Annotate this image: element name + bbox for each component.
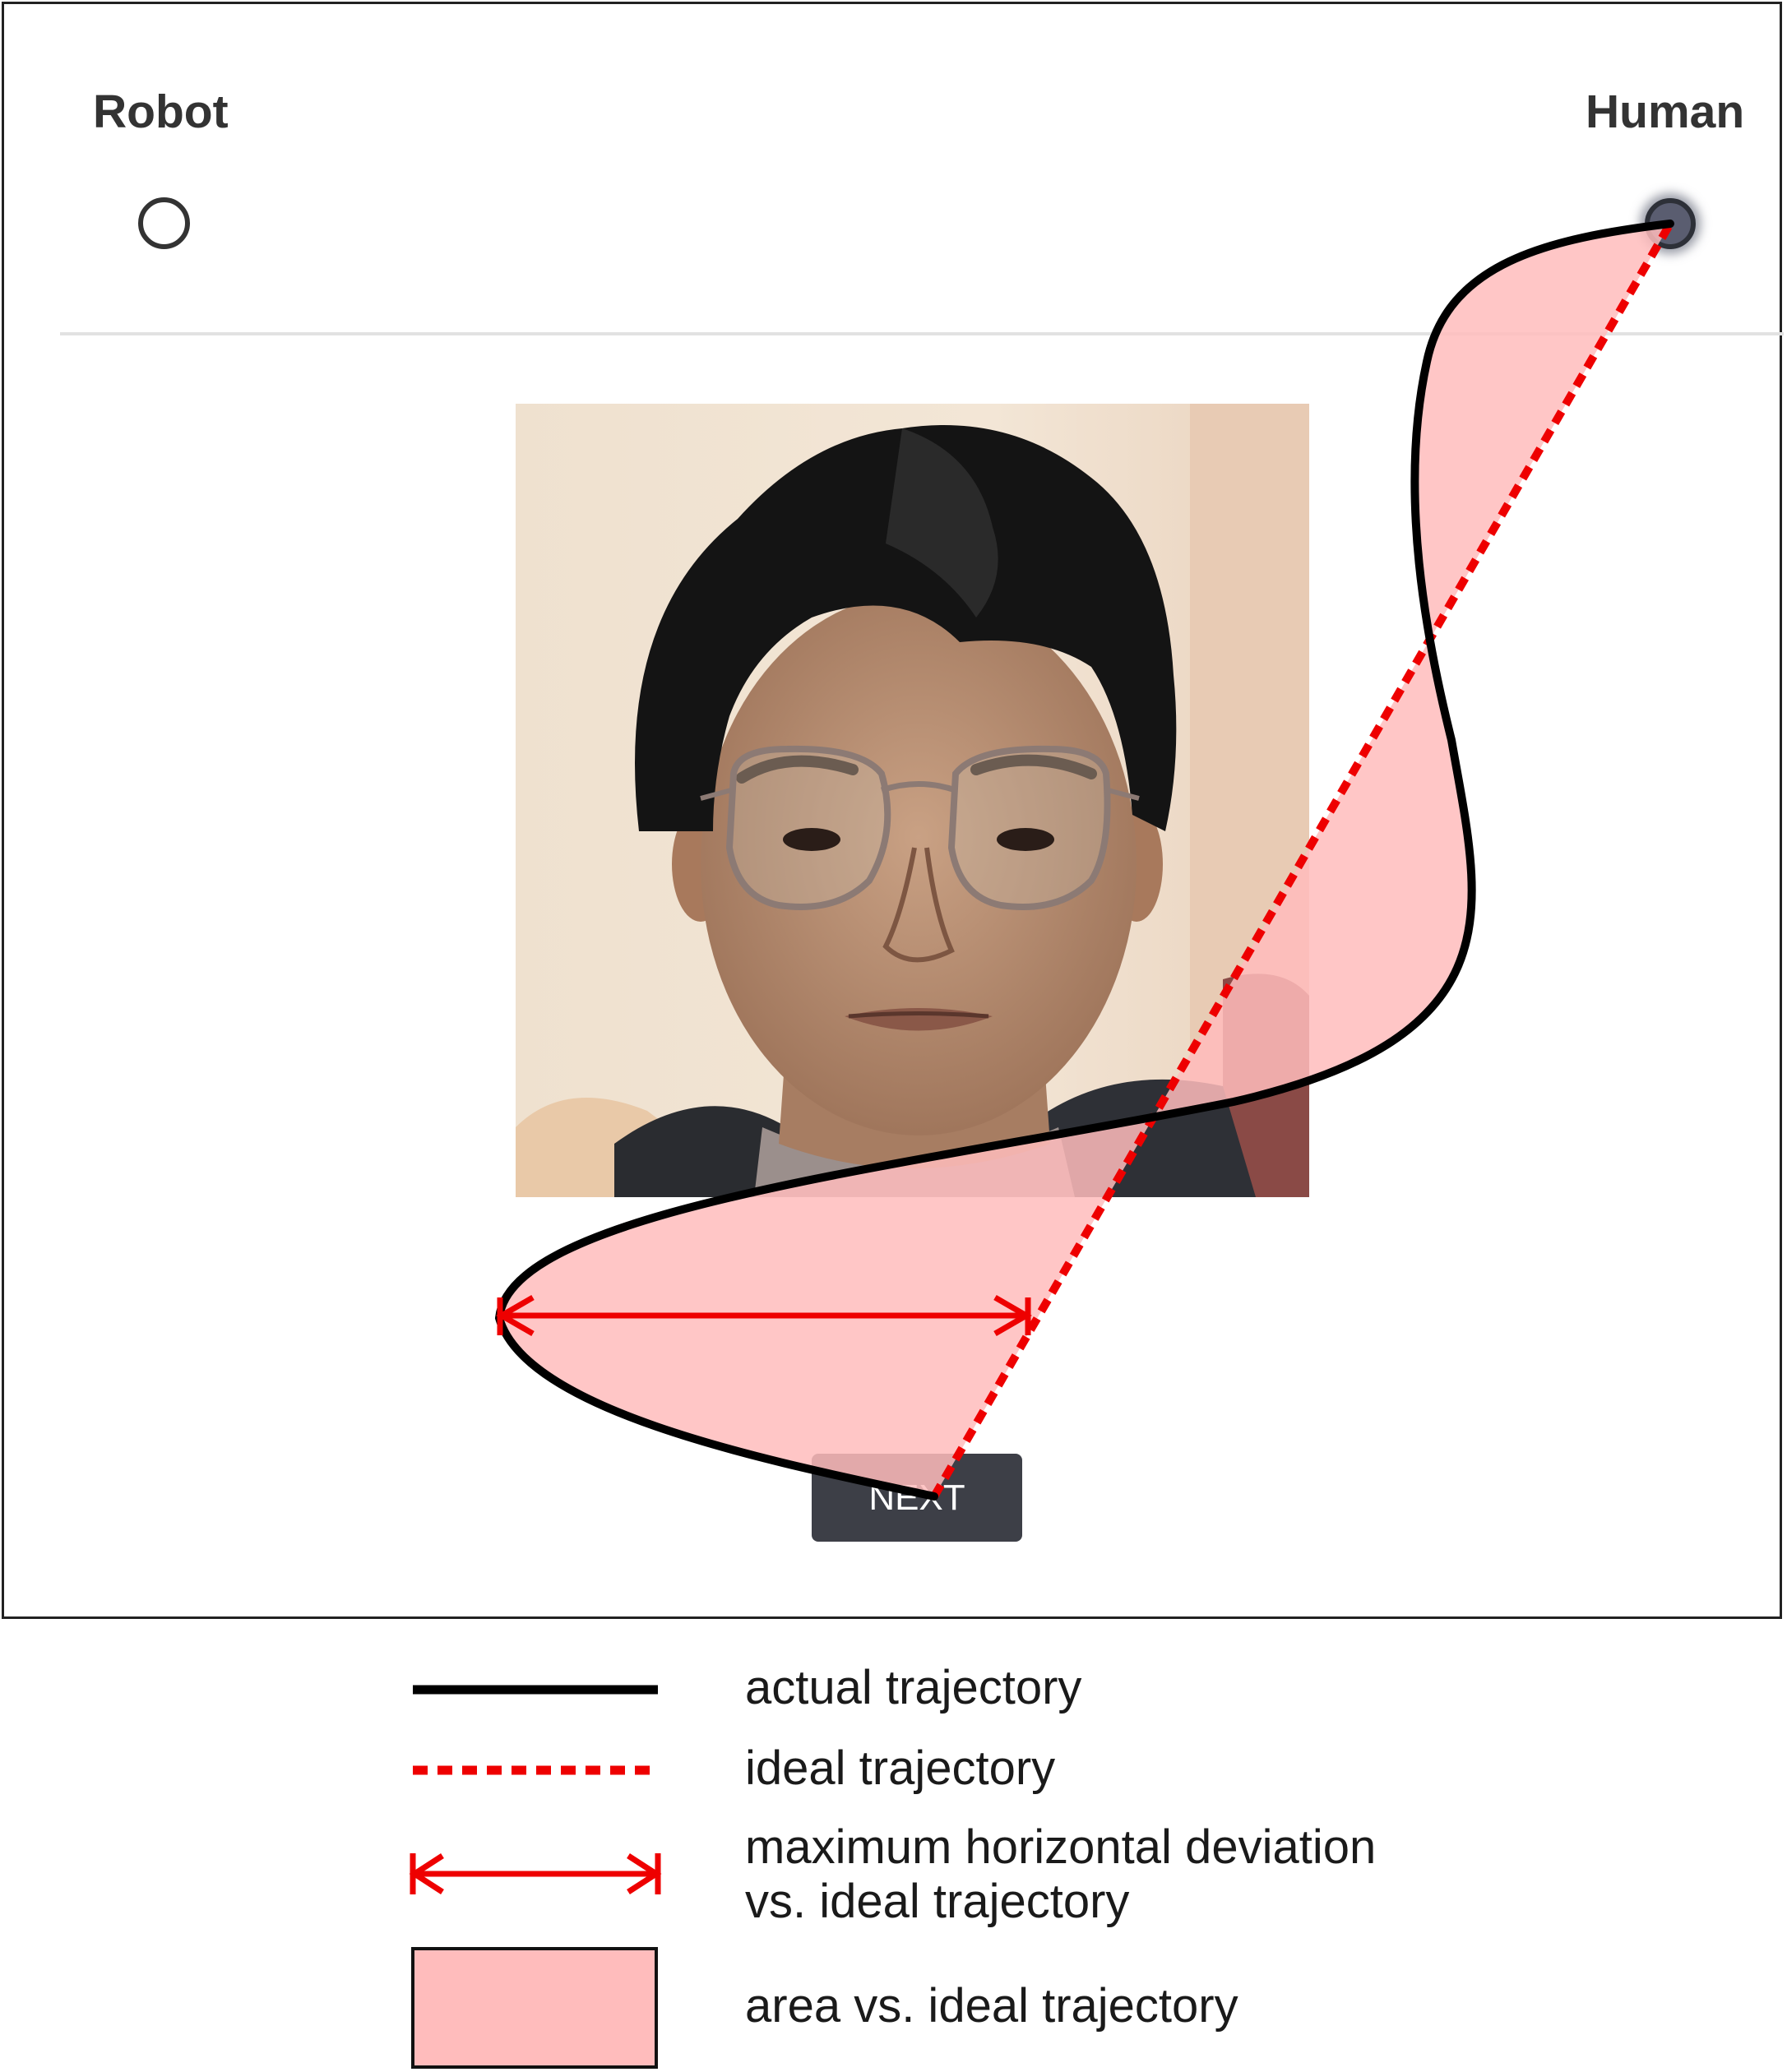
- human-option-label: Human: [1586, 86, 1745, 138]
- legend-area-label: area vs. ideal trajectory: [745, 1979, 1238, 2033]
- legend-deviation-label-line1: maximum horizontal deviation: [745, 1820, 1377, 1874]
- face-illustration: [516, 404, 1309, 1197]
- legend-deviation-label-line2: vs. ideal trajectory: [745, 1875, 1130, 1928]
- legend-actual-swatch: [413, 1685, 658, 1695]
- robot-radio-button[interactable]: [138, 197, 190, 249]
- next-button[interactable]: NEXT: [812, 1454, 1022, 1542]
- robot-option-label: Robot: [93, 86, 229, 138]
- divider: [60, 332, 1784, 335]
- legend-actual-label: actual trajectory: [745, 1661, 1082, 1714]
- android-face-photo: [516, 404, 1309, 1197]
- legend-ideal-label: ideal trajectory: [745, 1741, 1056, 1795]
- legend-ideal-swatch: [413, 1765, 658, 1775]
- legend-deviation-swatch: [409, 1853, 662, 1894]
- human-radio-button[interactable]: [1645, 198, 1696, 249]
- legend-area-swatch: [411, 1947, 658, 2069]
